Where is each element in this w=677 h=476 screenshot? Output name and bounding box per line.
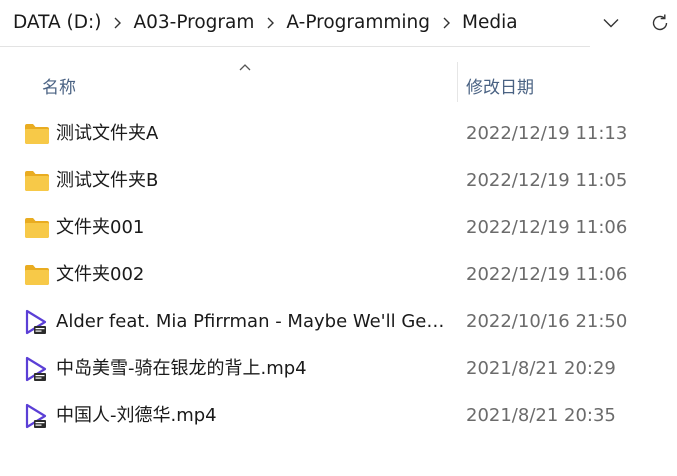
file-name: Alder feat. Mia Pfirrman - Maybe We'll G… xyxy=(56,311,448,332)
breadcrumb-item-media[interactable]: Media xyxy=(460,0,520,46)
folder-icon xyxy=(25,265,49,285)
file-date-modified: 2022/12/19 11:06 xyxy=(466,264,628,285)
breadcrumb: DATA (D:) A03-Program A-Programming Medi… xyxy=(0,0,520,46)
file-name: 测试文件夹B xyxy=(56,170,159,191)
file-row[interactable]: 中国人-刘德华.mp4 2021/8/21 20:35 xyxy=(0,393,677,439)
breadcrumb-item-a-programming[interactable]: A-Programming xyxy=(284,0,432,46)
video-file-icon xyxy=(25,309,47,335)
chevron-right-icon[interactable] xyxy=(112,0,122,46)
column-resize-handle[interactable] xyxy=(457,62,458,102)
breadcrumb-item-drive[interactable]: DATA (D:) xyxy=(0,0,103,46)
file-date-modified: 2021/8/21 20:35 xyxy=(466,405,616,426)
file-name: 文件夹002 xyxy=(56,264,145,285)
refresh-icon xyxy=(652,14,668,31)
chevron-down-icon xyxy=(603,19,619,28)
file-date-modified: 2022/10/16 21:50 xyxy=(466,311,628,332)
chevron-right-icon[interactable] xyxy=(441,0,451,46)
sort-ascending-icon xyxy=(239,64,251,71)
file-row[interactable]: 测试文件夹B 2022/12/19 11:05 xyxy=(0,158,677,204)
file-date-modified: 2022/12/19 11:06 xyxy=(466,217,628,238)
video-file-icon xyxy=(25,356,47,382)
file-name: 中国人-刘德华.mp4 xyxy=(56,405,217,426)
file-row[interactable]: 文件夹001 2022/12/19 11:06 xyxy=(0,205,677,251)
file-date-modified: 2021/8/21 20:29 xyxy=(466,358,616,379)
chevron-right-icon[interactable] xyxy=(265,0,275,46)
column-header: 名称 修改日期 xyxy=(0,62,677,106)
file-date-modified: 2022/12/19 11:13 xyxy=(466,123,628,144)
folder-icon xyxy=(25,124,49,144)
file-name: 中岛美雪-骑在银龙的背上.mp4 xyxy=(56,358,307,379)
file-date-modified: 2022/12/19 11:05 xyxy=(466,170,628,191)
column-header-date-modified[interactable]: 修改日期 xyxy=(466,73,534,98)
file-explorer-window: DATA (D:) A03-Program A-Programming Medi… xyxy=(0,0,677,476)
address-history-dropdown-button[interactable] xyxy=(598,10,624,36)
file-name: 测试文件夹A xyxy=(56,123,159,144)
file-name: 文件夹001 xyxy=(56,217,145,238)
file-row[interactable]: Alder feat. Mia Pfirrman - Maybe We'll G… xyxy=(0,299,677,345)
breadcrumb-item-a03-program[interactable]: A03-Program xyxy=(131,0,256,46)
column-header-name[interactable]: 名称 xyxy=(42,73,76,98)
refresh-button[interactable] xyxy=(646,8,674,38)
video-file-icon xyxy=(25,403,47,429)
folder-icon xyxy=(25,171,49,191)
folder-icon xyxy=(25,218,49,238)
file-row[interactable]: 文件夹002 2022/12/19 11:06 xyxy=(0,252,677,298)
file-row[interactable]: 中岛美雪-骑在银龙的背上.mp4 2021/8/21 20:29 xyxy=(0,346,677,392)
address-bar[interactable]: DATA (D:) A03-Program A-Programming Medi… xyxy=(0,0,590,47)
file-row[interactable]: 测试文件夹A 2022/12/19 11:13 xyxy=(0,111,677,157)
